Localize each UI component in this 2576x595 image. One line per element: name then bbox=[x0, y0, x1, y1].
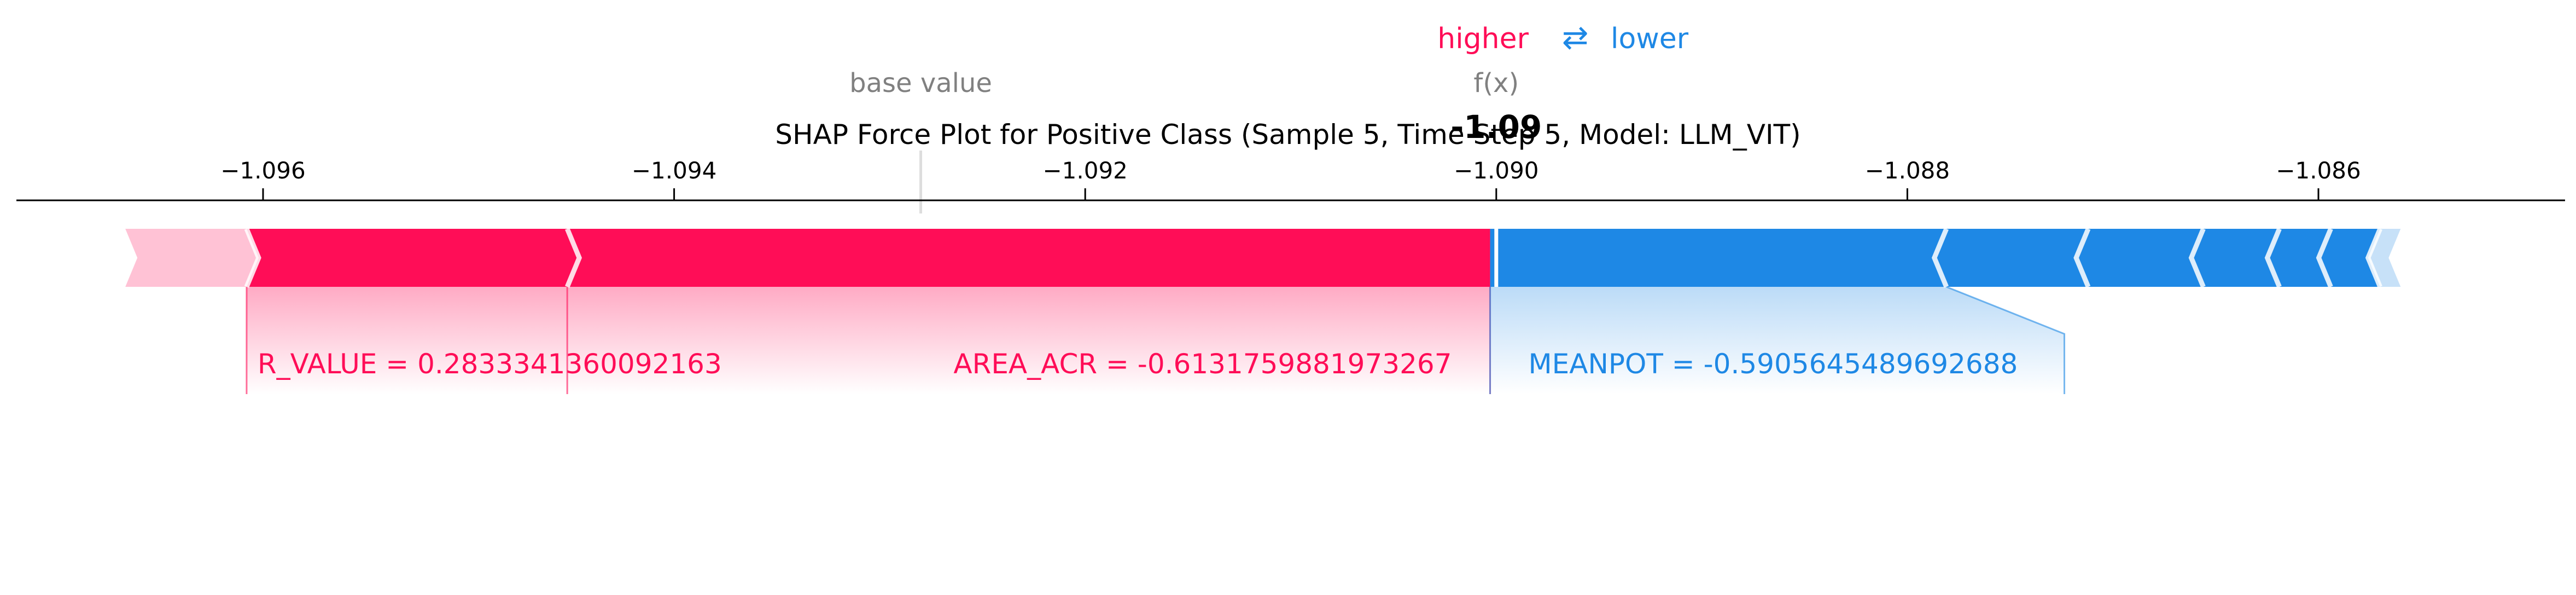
positive-force-segment bbox=[125, 229, 259, 287]
negative-feature-label: MEANPOT = -0.5905645489692688 bbox=[1529, 348, 2018, 380]
x-tick-label: −1.086 bbox=[2276, 157, 2361, 184]
x-tick-label: −1.090 bbox=[1454, 157, 1538, 184]
force-bars bbox=[125, 228, 2401, 288]
negative-force-segment bbox=[1934, 229, 2089, 287]
fx-label: f(x) bbox=[1473, 68, 1519, 99]
higher-label: higher bbox=[1437, 22, 1529, 55]
base-value-label: base value bbox=[849, 68, 992, 99]
x-tick-label: −1.088 bbox=[1865, 157, 1950, 184]
positive-feature-label: R_VALUE = 0.2833341360092163 bbox=[258, 348, 722, 380]
shap-force-plot: higher ⇄ lower base value f(x) SHAP Forc… bbox=[16, 19, 2565, 394]
feature-labels: R_VALUE = 0.2833341360092163 AREA_ACR = -… bbox=[258, 348, 2018, 380]
negative-force-segment bbox=[2076, 229, 2204, 287]
x-axis-ticks: −1.096 −1.094 −1.092 −1.090 −1.088 −1.086 bbox=[220, 157, 2361, 200]
lower-label: lower bbox=[1611, 22, 1689, 55]
positive-force-segment bbox=[246, 229, 580, 287]
chart-title: SHAP Force Plot for Positive Class (Samp… bbox=[775, 119, 1800, 151]
fx-value: -1.09 bbox=[1450, 108, 1542, 146]
direction-arrows-icon: ⇄ bbox=[1562, 19, 1589, 56]
x-tick-label: −1.092 bbox=[1042, 157, 1127, 184]
x-tick-label: −1.096 bbox=[220, 157, 305, 184]
negative-force-segment bbox=[1490, 229, 1946, 287]
positive-force-segment bbox=[567, 229, 1490, 287]
positive-feature-label: AREA_ACR = -0.6131759881973267 bbox=[953, 348, 1452, 380]
x-tick-label: −1.094 bbox=[632, 157, 716, 184]
